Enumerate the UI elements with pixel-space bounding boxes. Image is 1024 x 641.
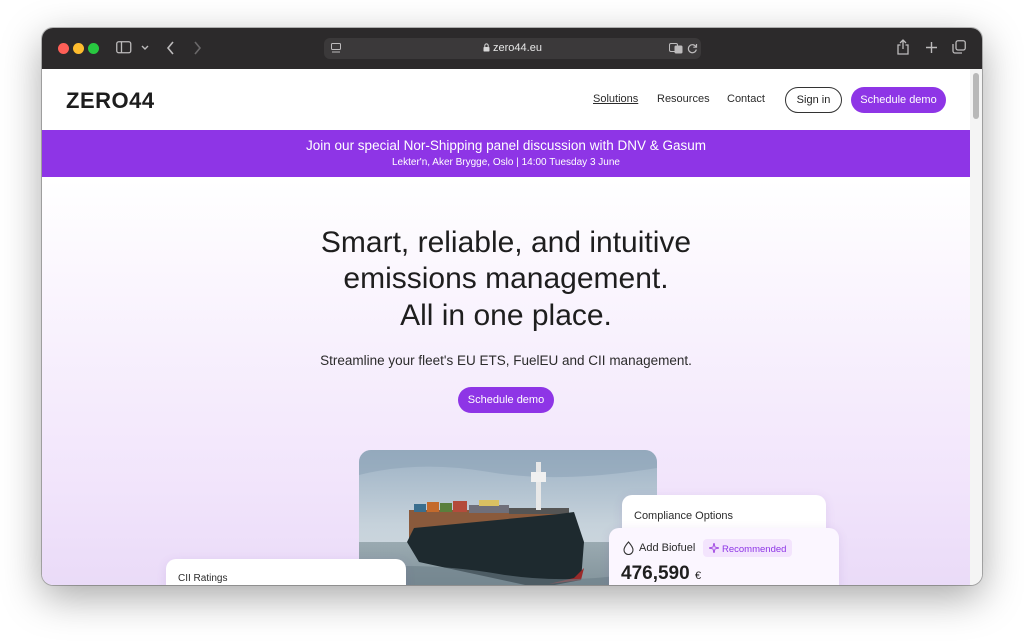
share-icon[interactable] <box>897 39 909 55</box>
biofuel-label: Add Biofuel <box>639 542 696 554</box>
chevron-down-icon[interactable] <box>141 45 149 51</box>
minimize-window-button[interactable] <box>73 43 84 54</box>
zoom-window-button[interactable] <box>88 43 99 54</box>
scrollbar-thumb[interactable] <box>973 73 979 119</box>
back-icon[interactable] <box>166 41 175 55</box>
event-banner[interactable]: Join our special Nor-Shipping panel disc… <box>42 130 970 177</box>
cii-ratings-card[interactable]: CII Ratings <box>166 559 406 585</box>
recommended-badge-label: Recommended <box>722 544 787 555</box>
sparkle-icon <box>708 542 720 554</box>
nav-link-contact[interactable]: Contact <box>727 93 765 105</box>
site-header: ZERO44 Solutions Resources Contact Sign … <box>42 69 970 130</box>
tab-overview-icon[interactable] <box>952 40 966 54</box>
nav-link-resources[interactable]: Resources <box>657 93 710 105</box>
banner-subtitle: Lekter'n, Aker Brygge, Oslo | 14:00 Tues… <box>392 157 620 168</box>
address-bar[interactable]: zero44.eu <box>324 38 701 59</box>
lock-icon <box>483 43 490 52</box>
header-schedule-demo-button[interactable]: Schedule demo <box>851 87 946 113</box>
hero-title-line-3: All in one place. <box>400 299 612 332</box>
cii-ratings-title: CII Ratings <box>178 573 228 584</box>
sign-in-button[interactable]: Sign in <box>785 87 842 113</box>
hero-schedule-demo-button[interactable]: Schedule demo <box>458 387 554 413</box>
compliance-options-title: Compliance Options <box>634 510 734 522</box>
nav-link-solutions[interactable]: Solutions <box>593 93 638 105</box>
vertical-scrollbar[interactable] <box>970 69 982 585</box>
browser-titlebar: zero44.eu <box>42 28 982 69</box>
biofuel-option-card[interactable]: Add Biofuel Recommended 476,590 € <box>609 528 839 585</box>
reload-icon[interactable] <box>687 43 698 54</box>
biofuel-value: 476,590 € <box>621 563 701 585</box>
page-viewport[interactable]: ZERO44 Solutions Resources Contact Sign … <box>42 69 970 585</box>
close-window-button[interactable] <box>58 43 69 54</box>
hero-title-line-2: emissions management. <box>343 262 669 295</box>
sidebar-icon[interactable] <box>116 41 132 54</box>
recommended-badge: Recommended <box>703 539 793 557</box>
banner-title: Join our special Nor-Shipping panel disc… <box>306 138 706 153</box>
hero-title-line-1: Smart, reliable, and intuitive <box>320 226 692 259</box>
biofuel-amount: 476,590 <box>621 563 690 584</box>
new-tab-icon[interactable] <box>925 41 938 54</box>
translate-icon[interactable] <box>669 43 683 54</box>
url-display: zero44.eu <box>324 42 701 54</box>
url-text: zero44.eu <box>493 42 542 54</box>
droplet-icon <box>623 541 634 555</box>
site-logo[interactable]: ZERO44 <box>66 88 155 114</box>
biofuel-currency: € <box>694 570 702 582</box>
forward-icon[interactable] <box>193 41 202 55</box>
browser-window: zero44.eu ZERO44 Solutions Resources Con… <box>42 28 982 585</box>
hero-subtitle: Streamline your fleet's EU ETS, FuelEU a… <box>320 353 692 368</box>
